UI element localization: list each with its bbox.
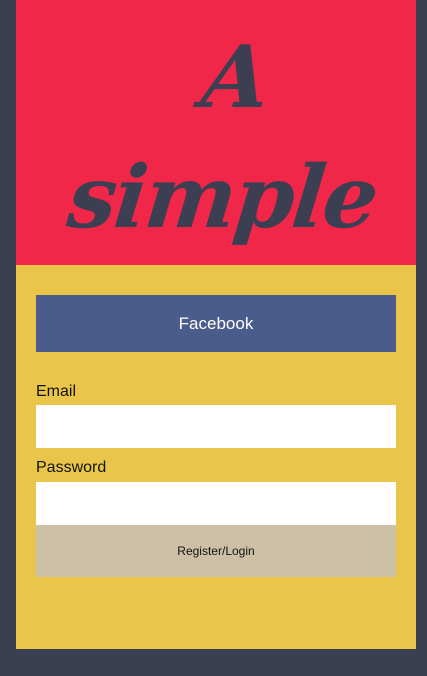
register-login-button[interactable]: Register/Login <box>36 525 396 577</box>
password-field[interactable] <box>36 482 396 525</box>
email-label: Email <box>36 383 77 400</box>
email-field[interactable] <box>36 405 396 448</box>
password-label: Password <box>36 459 107 476</box>
app-frame: A simple todo app Facebook Email Passwor… <box>16 0 416 649</box>
hero-banner: A simple todo app <box>16 0 416 488</box>
facebook-login-button[interactable]: Facebook <box>36 295 396 352</box>
login-panel: Facebook Email Password Register/Login <box>16 265 416 649</box>
